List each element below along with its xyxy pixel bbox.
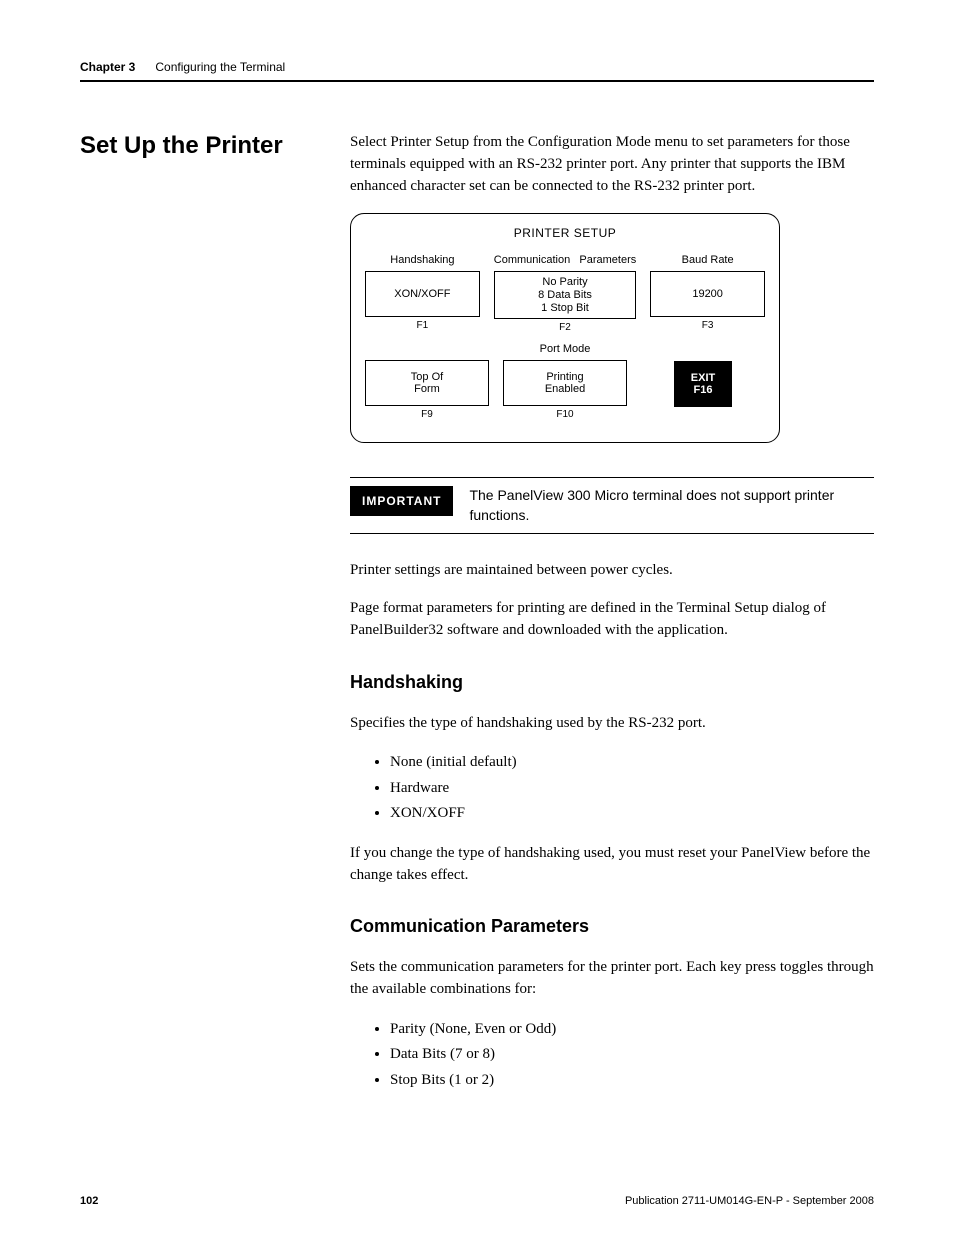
important-badge: IMPORTANT	[350, 486, 453, 516]
page-footer: 102 Publication 2711-UM014G-EN-P - Septe…	[80, 1195, 874, 1207]
commparams-para: Sets the communication parameters for th…	[350, 957, 874, 1001]
commparams-list: Parity (None, Even or Odd) Data Bits (7 …	[350, 1017, 874, 1094]
box-line: No Parity	[497, 276, 633, 289]
list-item: Hardware	[390, 776, 874, 802]
box-line: Form	[368, 383, 486, 396]
diag-box: No Parity 8 Data Bits 1 Stop Bit	[494, 271, 636, 319]
box-line: 8 Data Bits	[497, 289, 633, 302]
diag-col-portmode: Port Mode Printing Enabled F10	[503, 343, 627, 420]
para-page-format: Page format parameters for printing are …	[350, 598, 874, 642]
intro-paragraph: Select Printer Setup from the Configurat…	[350, 132, 874, 197]
col-label: Communication Parameters	[494, 254, 636, 268]
diag-col-exit: EXIT F16	[641, 343, 765, 420]
box-line: Top Of	[368, 371, 486, 384]
exit-label: EXIT	[679, 372, 727, 384]
label-a: Communication	[494, 254, 570, 266]
list-item: Data Bits (7 or 8)	[390, 1042, 874, 1068]
box-value: 19200	[653, 288, 762, 301]
printer-setup-diagram: PRINTER SETUP Handshaking XON/XOFF F1 Co…	[350, 213, 780, 443]
col-label: Baud Rate	[650, 254, 765, 268]
diag-box: Printing Enabled	[503, 360, 627, 406]
fkey-label: F9	[365, 409, 489, 420]
important-text: The PanelView 300 Micro terminal does no…	[469, 486, 874, 525]
fkey-label: F10	[503, 409, 627, 420]
para-settings-maintained: Printer settings are maintained between …	[350, 560, 874, 582]
col-label: Handshaking	[365, 254, 480, 268]
diag-box: XON/XOFF	[365, 271, 480, 317]
fkey-label: F3	[650, 320, 765, 331]
important-callout: IMPORTANT The PanelView 300 Micro termin…	[350, 477, 874, 534]
page-number: 102	[80, 1195, 98, 1207]
fkey-label: F2	[494, 322, 636, 333]
fkey-label: F1	[365, 320, 480, 331]
diag-col-commparams: Communication Parameters No Parity 8 Dat…	[494, 254, 636, 333]
page-header: Chapter 3 Configuring the Terminal	[80, 60, 874, 82]
diag-col-handshaking: Handshaking XON/XOFF F1	[365, 254, 480, 333]
commparams-heading: Communication Parameters	[350, 916, 874, 937]
list-item: XON/XOFF	[390, 801, 874, 827]
section-heading: Set Up the Printer	[80, 132, 320, 160]
col-label-empty	[365, 343, 489, 357]
publication-info: Publication 2711-UM014G-EN-P - September…	[625, 1195, 874, 1207]
handshaking-para2: If you change the type of handshaking us…	[350, 843, 874, 887]
handshaking-heading: Handshaking	[350, 672, 874, 693]
diagram-title: PRINTER SETUP	[365, 226, 765, 240]
exit-fkey: F16	[679, 384, 727, 396]
box-line: Enabled	[506, 383, 624, 396]
box-line: Printing	[506, 371, 624, 384]
box-line: 1 Stop Bit	[497, 302, 633, 315]
list-item: Parity (None, Even or Odd)	[390, 1017, 874, 1043]
label-b: Parameters	[579, 254, 636, 266]
box-value: XON/XOFF	[368, 288, 477, 301]
chapter-label: Chapter 3	[80, 60, 135, 74]
handshaking-list: None (initial default) Hardware XON/XOFF	[350, 750, 874, 827]
col-label: Port Mode	[503, 343, 627, 357]
diag-box: Top Of Form	[365, 360, 489, 406]
diag-col-topform: Top Of Form F9	[365, 343, 489, 420]
diag-col-baud: Baud Rate 19200 F3	[650, 254, 765, 333]
exit-box: EXIT F16	[674, 361, 732, 407]
handshaking-para: Specifies the type of handshaking used b…	[350, 713, 874, 735]
chapter-title: Configuring the Terminal	[155, 60, 285, 74]
list-item: None (initial default)	[390, 750, 874, 776]
diag-box: 19200	[650, 271, 765, 317]
list-item: Stop Bits (1 or 2)	[390, 1068, 874, 1094]
